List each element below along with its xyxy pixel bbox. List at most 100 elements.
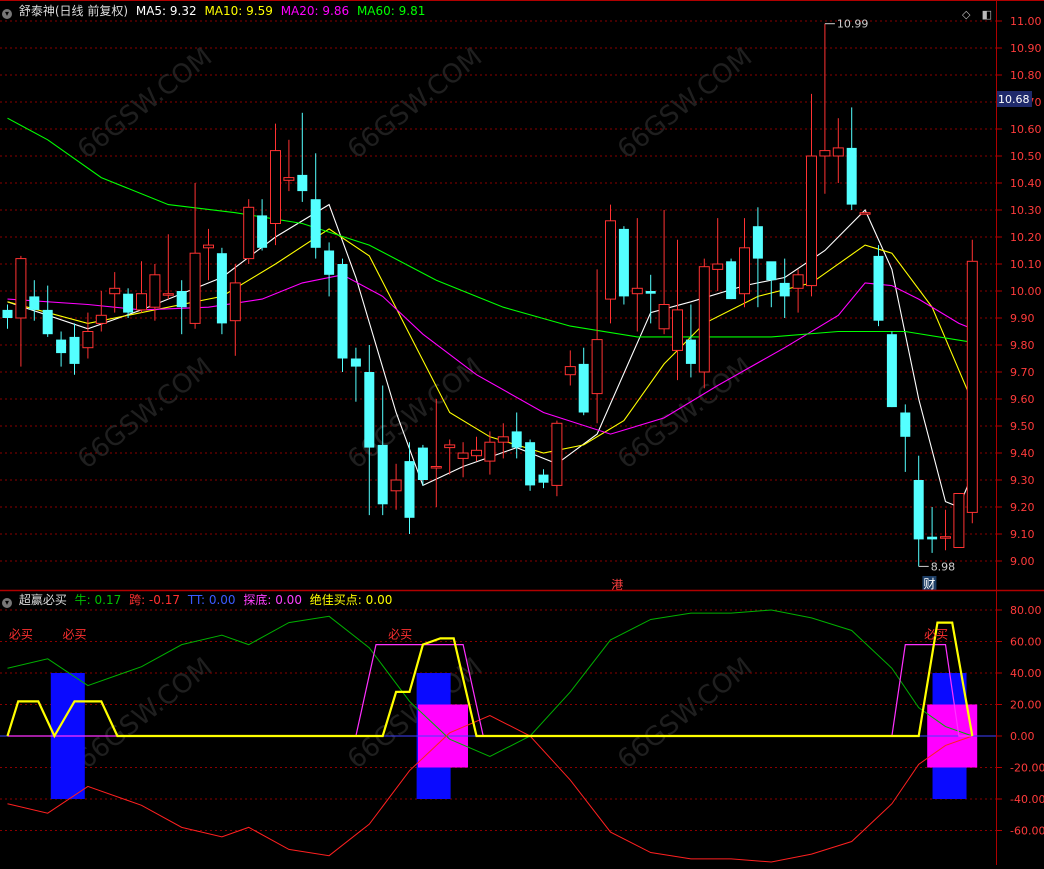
- candle-body: [792, 274, 804, 289]
- indicator-tick-label: -20.00: [1010, 762, 1044, 775]
- candle-body: [56, 339, 67, 354]
- price-tick-label: 10.60: [1010, 123, 1042, 136]
- candle-body: [123, 293, 134, 313]
- indicator-tick-label: 20.00: [1010, 699, 1042, 712]
- candle-body: [417, 447, 428, 480]
- candle-body: [618, 228, 629, 297]
- candle-body: [350, 358, 361, 367]
- signal-label: 必买: [62, 627, 86, 641]
- watermark: 66GSW.COM 66GSW.COM 66GSW.COM 66GSW.COM 66GS…: [72, 42, 758, 775]
- price-tick-label: 9.60: [1010, 393, 1035, 406]
- candle-body: [966, 260, 978, 513]
- stock-title: 舒泰神(日线 前复权): [18, 4, 129, 18]
- watermark-text: 66GSW.COM: [612, 652, 758, 775]
- candle-body: [162, 293, 174, 296]
- candle-body: [229, 282, 241, 322]
- watermark-text: 66GSW.COM: [72, 42, 218, 165]
- price-tick-label: 10.90: [1010, 42, 1042, 55]
- candle-body: [940, 536, 951, 539]
- candle-body: [95, 314, 107, 324]
- signal-label: 必买: [924, 627, 948, 641]
- ma20-label: MA20: 9.86: [280, 4, 350, 18]
- indicator-tick-label: 60.00: [1010, 636, 1042, 649]
- candle-body: [257, 215, 268, 248]
- candle-body: [444, 444, 456, 449]
- candle-body: [189, 252, 201, 324]
- candle-body: [953, 493, 965, 548]
- candle-body: [310, 199, 321, 248]
- param-tt: TT: 0.00: [187, 593, 236, 607]
- param-cross: 跨: -0.17: [129, 593, 180, 607]
- candle-body: [806, 155, 817, 287]
- price-tick-label: 9.50: [1010, 420, 1035, 433]
- candle-body: [564, 366, 576, 376]
- candle-body: [390, 479, 402, 492]
- collapse-circle-icon[interactable]: ▾: [2, 9, 12, 19]
- price-tick-label: 10.20: [1010, 231, 1042, 244]
- candle-body: [631, 287, 643, 295]
- candle-body: [538, 474, 549, 483]
- high-price-label: 10.99: [837, 18, 869, 31]
- candle-body: [511, 431, 522, 448]
- candle-body: [377, 444, 388, 505]
- candle-body: [364, 372, 375, 448]
- candle-body: [69, 336, 80, 364]
- param-bottom: 探底: 0.00: [243, 593, 302, 607]
- cai-marker: 财: [923, 577, 935, 591]
- candle-body: [551, 422, 563, 486]
- candle-body: [685, 339, 696, 364]
- candle-body: [430, 466, 442, 469]
- ma60-label: MA60: 9.81: [356, 4, 426, 18]
- bull-line: [7, 609, 973, 758]
- candle-body: [457, 452, 469, 459]
- diamond-icon[interactable]: ◇: [962, 8, 970, 21]
- candle-body: [900, 412, 911, 437]
- candle-body: [819, 150, 831, 157]
- indicator-tick-label: 80.00: [1010, 604, 1042, 617]
- candle-body: [243, 206, 255, 260]
- window-toggle-icon[interactable]: ◧: [982, 8, 992, 21]
- signal-label: 必买: [9, 627, 33, 641]
- candle-body: [337, 264, 348, 359]
- low-price-label: 8.98: [931, 560, 956, 573]
- candle-body: [404, 461, 415, 518]
- candle-body: [176, 291, 187, 308]
- chart-canvas[interactable]: 66GSW.COM 66GSW.COM 66GSW.COM 66GSW.COM 66GS…: [0, 0, 1044, 865]
- price-tick-label: 9.10: [1010, 528, 1035, 541]
- price-tick-label: 9.70: [1010, 366, 1035, 379]
- candle-body: [766, 261, 777, 281]
- candle-body: [42, 309, 53, 335]
- indicator-tick-label: -40.00: [1010, 793, 1044, 806]
- candle-body: [525, 442, 536, 486]
- collapse-circle-icon[interactable]: ▾: [2, 598, 12, 608]
- candle-body: [29, 296, 40, 310]
- panel-controls: ◇ ◧: [956, 3, 992, 21]
- candle-body: [846, 147, 857, 205]
- candle-body: [203, 244, 214, 249]
- candle-body: [712, 263, 724, 270]
- main-legend: ▾ 舒泰神(日线 前复权) MA5: 9.32 MA10: 9.59 MA20:…: [0, 2, 429, 20]
- price-tick-label: 10.50: [1010, 150, 1042, 163]
- ma10-label: MA10: 9.59: [204, 4, 273, 18]
- candle-body: [698, 266, 710, 373]
- price-tick-label: 9.20: [1010, 501, 1035, 514]
- candle-body: [886, 334, 897, 408]
- candle-body: [913, 480, 924, 540]
- price-tick-label: 9.00: [1010, 555, 1035, 568]
- price-tick-label: 9.90: [1010, 312, 1035, 325]
- candle-body: [82, 331, 94, 349]
- current-price-label: 10.68: [998, 93, 1030, 106]
- candle-body: [672, 309, 683, 351]
- candle-body: [2, 309, 13, 318]
- candle-body: [591, 339, 603, 395]
- candle-body: [283, 177, 295, 181]
- indicator-tick-label: 0.00: [1010, 730, 1035, 743]
- candle-body: [216, 253, 227, 324]
- candle-body: [15, 258, 27, 319]
- candle-body: [136, 293, 147, 311]
- candle-body: [578, 363, 589, 413]
- watermark-text: 66GSW.COM: [612, 42, 758, 165]
- cross-line: [7, 714, 973, 863]
- indicator-legend: ▾ 超赢必买 牛: 0.17 跨: -0.17 TT: 0.00 探底: 0.0…: [0, 591, 396, 609]
- watermark-text: 66GSW.COM: [612, 352, 758, 475]
